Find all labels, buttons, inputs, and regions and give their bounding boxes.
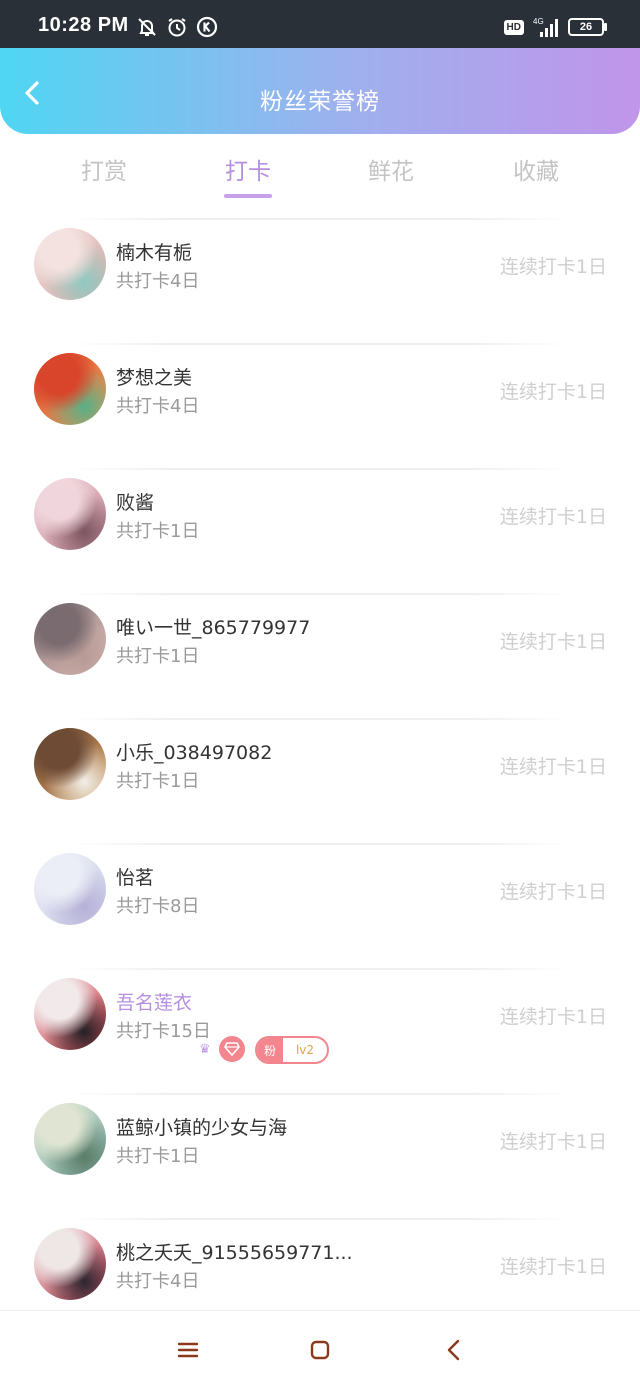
alarm-icon bbox=[168, 18, 186, 37]
tab-flowers[interactable]: 鲜花 bbox=[311, 152, 471, 186]
streak-text: 连续打卡1日 bbox=[499, 631, 607, 653]
tab-reward[interactable]: 打赏 bbox=[24, 152, 184, 186]
user-name: 梦想之美 bbox=[116, 367, 193, 389]
avatar[interactable] bbox=[34, 1103, 106, 1175]
avatar[interactable] bbox=[34, 353, 106, 425]
divider bbox=[70, 218, 570, 220]
header-bar: 粉丝荣誉榜 bbox=[0, 48, 640, 134]
streak-text: 连续打卡1日 bbox=[499, 1256, 607, 1278]
bell-off-icon bbox=[138, 18, 156, 36]
active-tab-indicator bbox=[224, 194, 272, 198]
list-item[interactable]: 蓝鲸小镇的少女与海 共打卡1日 连续打卡1日 bbox=[0, 1093, 640, 1218]
total-checkins: 共打卡1日 bbox=[116, 521, 200, 542]
user-name: 蓝鲸小镇的少女与海 bbox=[116, 1117, 288, 1139]
system-nav-bar bbox=[0, 1310, 640, 1388]
diamond-icon[interactable] bbox=[219, 1036, 245, 1062]
signal-icon: 4G bbox=[533, 17, 558, 37]
status-icons-left bbox=[136, 16, 218, 38]
streak-text: 连续打卡1日 bbox=[499, 1006, 607, 1028]
total-checkins: 共打卡4日 bbox=[116, 1271, 200, 1292]
back-triangle-icon[interactable] bbox=[441, 1337, 467, 1363]
fan-list: 楠木有栀 共打卡4日 连续打卡1日 梦想之美 共打卡4日 连续打卡1日 败酱 共… bbox=[0, 218, 640, 1343]
total-checkins: 共打卡4日 bbox=[116, 396, 200, 417]
user-name: 桃之夭夭_91555659771... bbox=[116, 1242, 353, 1264]
avatar[interactable] bbox=[34, 478, 106, 550]
total-checkins: 共打卡4日 bbox=[116, 271, 200, 292]
total-checkins: 共打卡1日 bbox=[116, 1146, 200, 1167]
streak-text: 连续打卡1日 bbox=[499, 256, 607, 278]
network-label: 4G bbox=[533, 17, 544, 26]
user-name: 唯い一世_865779977 bbox=[116, 617, 311, 639]
avatar[interactable] bbox=[34, 228, 106, 300]
total-checkins: 共打卡1日 bbox=[116, 646, 200, 667]
divider bbox=[70, 1218, 570, 1220]
tab-checkin[interactable]: 打卡 bbox=[168, 152, 328, 186]
total-checkins: 共打卡1日 bbox=[116, 771, 200, 792]
list-item[interactable]: 小乐_038497082 共打卡1日 连续打卡1日 bbox=[0, 718, 640, 843]
streak-text: 连续打卡1日 bbox=[499, 756, 607, 778]
status-time: 10:28 PM bbox=[38, 14, 129, 36]
crown-icon: ♛ bbox=[199, 1042, 211, 1057]
list-item[interactable]: 怡茗 共打卡8日 连续打卡1日 bbox=[0, 843, 640, 968]
k-app-icon bbox=[196, 16, 218, 38]
status-icons-right: HD 4G 26 bbox=[503, 16, 607, 38]
streak-text: 连续打卡1日 bbox=[499, 506, 607, 528]
page-title: 粉丝荣誉榜 bbox=[260, 89, 380, 115]
diamond-glyph bbox=[224, 1042, 240, 1056]
user-name: 败酱 bbox=[116, 492, 155, 514]
divider bbox=[70, 968, 570, 970]
total-checkins: 共打卡15日 bbox=[116, 1021, 211, 1042]
divider bbox=[70, 468, 570, 470]
divider bbox=[70, 1093, 570, 1095]
avatar[interactable] bbox=[34, 853, 106, 925]
user-name: 怡茗 bbox=[116, 867, 155, 889]
list-item[interactable]: 吾名莲衣 ♛ 粉 lv2 共打卡15日 连续打卡1日 bbox=[0, 968, 640, 1093]
hd-badge: HD bbox=[503, 19, 524, 35]
list-item[interactable]: 唯い一世_865779977 共打卡1日 连续打卡1日 bbox=[0, 593, 640, 718]
home-square-icon[interactable] bbox=[307, 1337, 333, 1363]
battery-indicator: 26 bbox=[568, 18, 607, 36]
tab-favorites[interactable]: 收藏 bbox=[456, 152, 616, 186]
list-item[interactable]: 梦想之美 共打卡4日 连续打卡1日 bbox=[0, 343, 640, 468]
avatar[interactable] bbox=[34, 1228, 106, 1300]
divider bbox=[70, 843, 570, 845]
avatar[interactable] bbox=[34, 603, 106, 675]
fan-badge-label: 粉 bbox=[257, 1038, 283, 1062]
streak-text: 连续打卡1日 bbox=[499, 1131, 607, 1153]
streak-text: 连续打卡1日 bbox=[499, 881, 607, 903]
fan-badge-level: lv2 bbox=[295, 1043, 315, 1057]
user-name: 小乐_038497082 bbox=[116, 742, 273, 764]
divider bbox=[70, 718, 570, 720]
streak-text: 连续打卡1日 bbox=[499, 381, 607, 403]
status-bar: 10:28 PM HD 4G 26 bbox=[0, 0, 640, 48]
user-name: 吾名莲衣 bbox=[116, 992, 193, 1014]
tab-bar: 打赏 打卡 鲜花 收藏 bbox=[0, 134, 640, 206]
divider bbox=[70, 593, 570, 595]
user-name: 楠木有栀 bbox=[116, 242, 193, 264]
menu-icon[interactable] bbox=[175, 1337, 201, 1363]
avatar[interactable] bbox=[34, 728, 106, 800]
list-item[interactable]: 败酱 共打卡1日 连续打卡1日 bbox=[0, 468, 640, 593]
divider bbox=[70, 343, 570, 345]
fan-level-badge[interactable]: 粉 lv2 bbox=[255, 1036, 329, 1064]
total-checkins: 共打卡8日 bbox=[116, 896, 200, 917]
avatar[interactable] bbox=[34, 978, 106, 1050]
list-item[interactable]: 楠木有栀 共打卡4日 连续打卡1日 bbox=[0, 218, 640, 343]
